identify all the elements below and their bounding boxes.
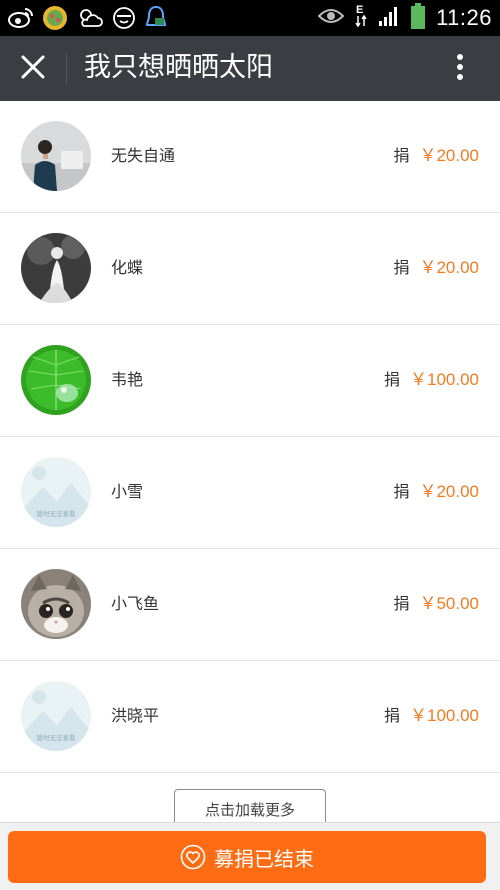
- donor-name: 化蝶: [111, 258, 144, 277]
- avatar: 暂时无法查看: [21, 457, 91, 527]
- system-status: E 11:26: [317, 0, 492, 36]
- close-button[interactable]: [14, 50, 52, 88]
- donor-name: 洪晓平: [111, 706, 160, 725]
- donate-label: 捐: [393, 594, 410, 613]
- header: 我只想晒晒太阳: [0, 36, 500, 101]
- list-item[interactable]: 暂时无法查看 洪晓平 捐 ￥100.00: [0, 661, 500, 773]
- notification-icons: [8, 5, 168, 35]
- clock: 11:26: [436, 5, 492, 30]
- donor-name: 小雪: [111, 482, 144, 501]
- list-item[interactable]: 无失自通 捐 ￥20.00: [0, 101, 500, 213]
- fundraising-ended-label: 募捐已结束: [214, 846, 314, 871]
- eye-icon: [317, 7, 345, 29]
- list-item[interactable]: 化蝶 捐 ￥20.00: [0, 213, 500, 325]
- donate-label: 捐: [383, 706, 400, 725]
- donation-info: 捐 ￥20.00: [393, 257, 479, 279]
- donation-amount: ￥100.00: [410, 370, 479, 389]
- donation-list: 无失自通 捐 ￥20.00 化蝶 捐 ￥20.00 韦艳 捐 ￥100.00 暂…: [0, 101, 500, 773]
- donation-info: 捐 ￥100.00: [384, 705, 479, 727]
- svg-text:E: E: [356, 4, 363, 16]
- svg-text:暂时无法查看: 暂时无法查看: [37, 733, 77, 742]
- qq-icon: [144, 5, 168, 35]
- mask-icon: [112, 6, 136, 34]
- donate-label: 捐: [393, 146, 410, 165]
- donation-amount: ￥50.00: [419, 594, 479, 613]
- donation-info: 捐 ￥20.00: [393, 481, 479, 503]
- avatar: [21, 121, 91, 191]
- bottom-bar: 募捐已结束: [0, 822, 500, 890]
- data-transfer-icon: E: [354, 2, 368, 34]
- avatar: [21, 345, 91, 415]
- donor-name: 无失自通: [111, 146, 176, 165]
- more-button[interactable]: [442, 51, 478, 87]
- weather-icon: [76, 6, 104, 34]
- list-item[interactable]: 小飞鱼 捐 ￥50.00: [0, 549, 500, 661]
- donation-info: 捐 ￥100.00: [384, 369, 479, 391]
- donor-name: 韦艳: [111, 370, 144, 389]
- donation-amount: ￥100.00: [410, 706, 479, 725]
- donation-info: 捐 ￥20.00: [393, 145, 479, 167]
- donation-amount: ￥20.00: [419, 258, 479, 277]
- battery-icon: [410, 2, 426, 34]
- list-item[interactable]: 暂时无法查看 小雪 捐 ￥20.00: [0, 437, 500, 549]
- list-item[interactable]: 韦艳 捐 ￥100.00: [0, 325, 500, 437]
- avatar: [21, 569, 91, 639]
- page-title: 我只想晒晒太阳: [84, 52, 273, 83]
- donor-name: 小飞鱼: [111, 594, 160, 613]
- donate-label: 捐: [393, 258, 410, 277]
- avatar: 暂时无法查看: [21, 681, 91, 751]
- app-icon: [42, 5, 68, 35]
- donation-amount: ￥20.00: [419, 146, 479, 165]
- heart-icon: [180, 844, 206, 870]
- donate-label: 捐: [383, 370, 400, 389]
- close-icon: [20, 54, 46, 84]
- donation-info: 捐 ￥50.00: [393, 593, 479, 615]
- status-bar: E 11:26: [0, 0, 500, 36]
- donate-label: 捐: [393, 482, 410, 501]
- weibo-icon: [8, 6, 34, 34]
- header-divider: [66, 53, 67, 85]
- signal-icon: [378, 5, 400, 31]
- fundraising-ended-button[interactable]: 募捐已结束: [8, 831, 486, 883]
- more-vertical-icon: [456, 53, 464, 85]
- svg-text:暂时无法查看: 暂时无法查看: [37, 509, 77, 518]
- avatar: [21, 233, 91, 303]
- donation-amount: ￥20.00: [419, 482, 479, 501]
